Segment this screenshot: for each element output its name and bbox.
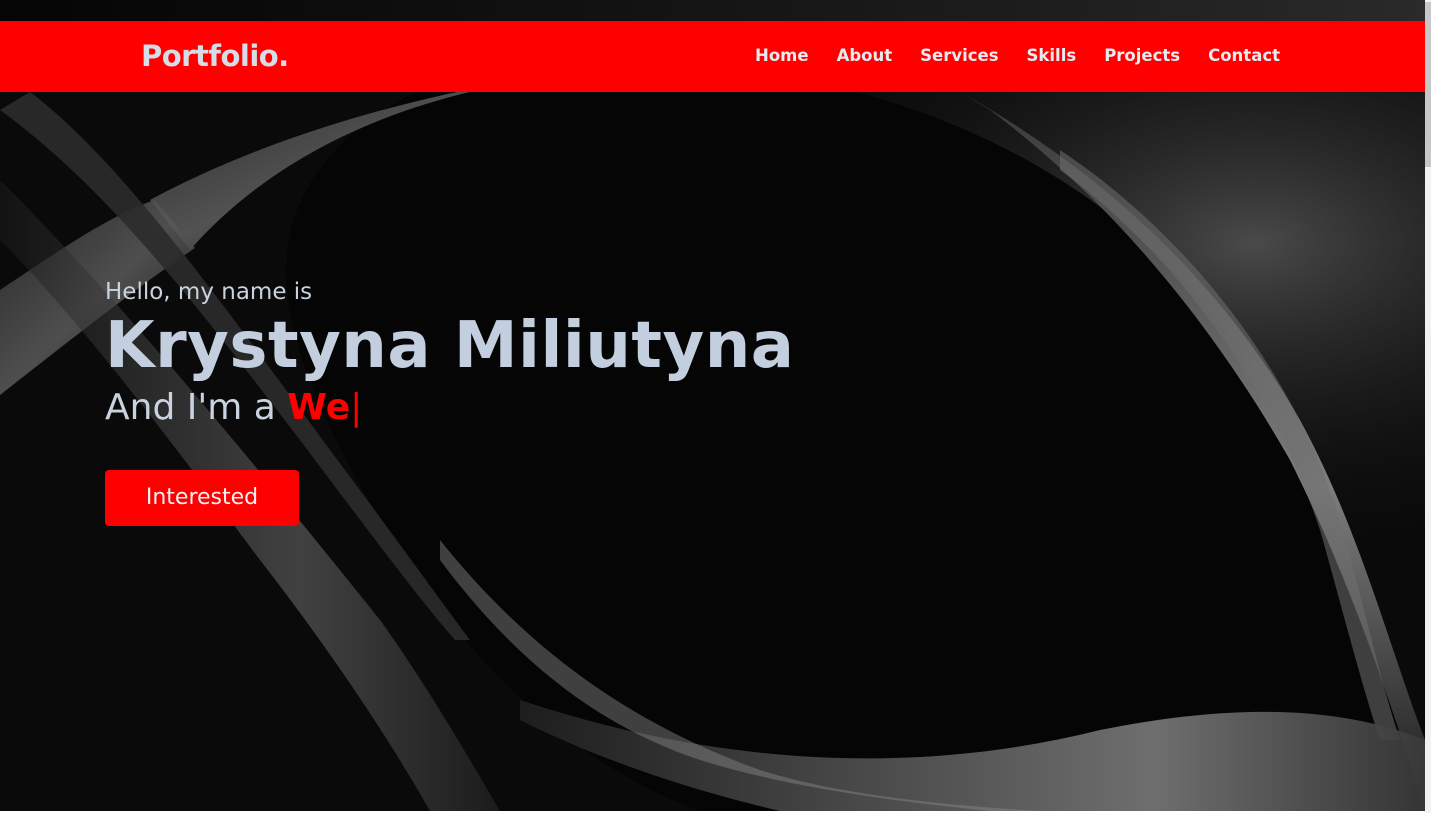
scrollbar-thumb[interactable] [1425,2,1431,167]
nav-link-contact[interactable]: Contact [1208,46,1280,65]
nav-item-contact: Contact [1208,45,1280,67]
nav-item-about: About [837,45,893,67]
typing-cursor: | [350,387,363,428]
nav-item-home: Home [755,45,809,67]
hero-name: Krystyna Miliutyna [105,309,795,383]
navbar: Portfolio. Home About Services Skills Pr… [0,21,1425,92]
logo[interactable]: Portfolio. [141,37,289,75]
nav-menu: Home About Services Skills Projects Cont… [727,45,1280,67]
nav-link-services[interactable]: Services [920,46,998,65]
nav-link-projects[interactable]: Projects [1104,46,1180,65]
hero-greeting: Hello, my name is [105,279,313,305]
nav-item-projects: Projects [1104,45,1180,67]
browser-top-strip [0,0,1425,21]
nav-link-about[interactable]: About [837,46,893,65]
hero-role-typed: We [287,387,351,428]
nav-item-services: Services [920,45,998,67]
page: Portfolio. Home About Services Skills Pr… [0,0,1431,813]
hero-role-prefix: And I'm a [105,387,276,428]
hero-role-line: And I'm a We| [105,386,794,430]
nav-link-skills[interactable]: Skills [1027,46,1077,65]
nav-item-skills: Skills [1027,45,1077,67]
hero-intro: Hello, my name is Krystyna Miliutyna And… [105,276,794,430]
interested-button[interactable]: Interested [105,470,299,526]
nav-link-home[interactable]: Home [755,46,809,65]
scrollbar[interactable] [1425,0,1431,813]
